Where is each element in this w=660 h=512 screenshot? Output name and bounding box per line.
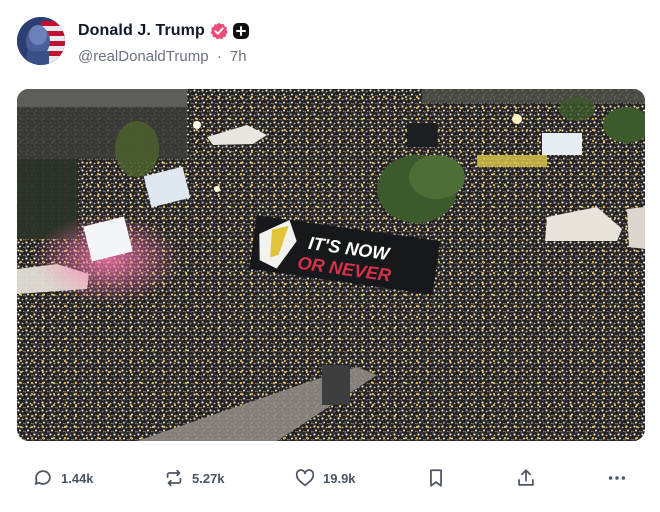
reply-icon xyxy=(34,470,51,485)
repost-count: 5.27k xyxy=(192,470,225,486)
share-icon xyxy=(518,469,534,486)
reply-count: 1.44k xyxy=(61,470,94,486)
post-time[interactable]: 7h xyxy=(230,48,247,65)
reply-button[interactable]: 1.44k xyxy=(32,466,94,490)
verified-badge-icon xyxy=(210,22,228,40)
like-count: 19.9k xyxy=(323,470,356,486)
repost-button[interactable]: 5.27k xyxy=(163,466,225,490)
plus-badge-icon xyxy=(232,22,250,40)
more-options-button[interactable] xyxy=(606,466,628,490)
avatar[interactable] xyxy=(17,17,65,65)
bookmark-button[interactable] xyxy=(425,466,447,490)
post-action-bar: 1.44k 5.27k 19.9k xyxy=(0,458,660,498)
post-card: Donald J. Trump @realDonaldTrump · 7h IT… xyxy=(0,0,660,512)
bookmark-icon xyxy=(430,469,442,487)
like-button[interactable]: 19.9k xyxy=(294,466,356,490)
author-display-name[interactable]: Donald J. Trump xyxy=(78,22,205,40)
author-name-row: Donald J. Trump xyxy=(78,20,250,42)
more-icon xyxy=(608,476,626,480)
author-handle[interactable]: @realDonaldTrump xyxy=(78,48,209,65)
share-button[interactable] xyxy=(515,466,537,490)
post-image[interactable]: IT'S NOW OR NEVER xyxy=(17,89,645,441)
meta-separator: · xyxy=(216,48,222,65)
like-icon xyxy=(295,469,315,487)
repost-icon xyxy=(166,469,182,487)
author-handle-row: @realDonaldTrump · 7h xyxy=(78,48,247,65)
